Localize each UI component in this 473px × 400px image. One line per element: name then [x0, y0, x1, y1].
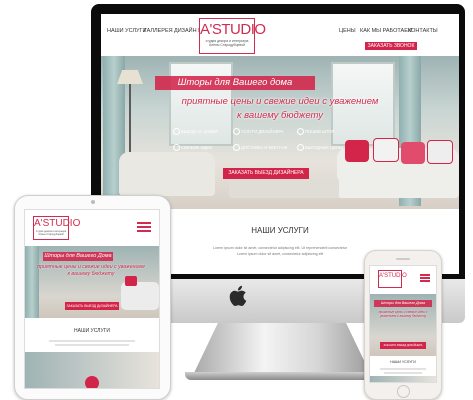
phone-cta-button[interactable]: ЗАКАЗАТЬ ВЫЕЗД ДИЗАЙНЕРА: [380, 342, 426, 349]
tablet-hero-title: Шторы для Вашего Дома: [43, 252, 113, 261]
call-button[interactable]: ЗАКАЗАТЬ ЗВОНОК: [365, 42, 417, 50]
tablet-logo[interactable]: A'STUDIO студия декора и интерьера Алёны…: [33, 216, 81, 240]
nav-how-we-work[interactable]: КАК МЫ РАБОТАЕМ: [360, 28, 412, 34]
tablet-curtain: [25, 246, 39, 318]
apple-icon: [229, 285, 247, 306]
armchair: [119, 152, 215, 196]
phone-services-title: НАШИ УСЛУГИ: [390, 360, 416, 364]
feature-check-icon: [297, 144, 304, 151]
tablet-scroll-button[interactable]: [85, 376, 99, 388]
phone-logo[interactable]: A'STUDIO: [378, 270, 407, 288]
pillow-pink: [401, 142, 425, 164]
phone-hero: Шторы для Вашего Дома приятные цены и св…: [370, 294, 436, 356]
hero-cta-button[interactable]: ЗАКАЗАТЬ ВЫЕЗД ДИЗАЙНЕРА: [223, 168, 309, 179]
nav-contacts[interactable]: КОНТАКТЫ: [408, 28, 438, 34]
phone-menu-icon[interactable]: [420, 274, 430, 282]
nav-services[interactable]: НАШИ УСЛУГИ: [107, 28, 146, 34]
feature-check-icon: [233, 144, 240, 151]
nav-gallery[interactable]: ГАЛЛЕРЕЯ: [144, 28, 173, 34]
pillow-pattern: [373, 138, 399, 162]
feature-check-icon: [233, 128, 240, 135]
coffee-table: [229, 178, 339, 198]
feature-item: УСЛУГИ ДИЗАЙНЕРА: [241, 129, 284, 134]
tablet-logo-subtitle: студия декора и интерьера Алёны Стародуб…: [35, 230, 67, 236]
imac-stand: [193, 323, 371, 375]
desktop-nav: НАШИ УСЛУГИ ГАЛЛЕРЕЯ ДИЗАЙН ИНТЕРЬЕРОВ Ц…: [101, 14, 459, 56]
hero-banner: Шторы для Вашего дома приятные цены и св…: [101, 56, 459, 209]
feature-check-icon: [173, 128, 180, 135]
pillow-geometric: [427, 140, 453, 164]
feature-check-icon: [297, 128, 304, 135]
tablet-sofa: [121, 282, 159, 310]
phone-hero-subtitle: приятные цены и свежие идеи с уважением …: [378, 310, 428, 319]
tablet-text-line: [55, 344, 129, 346]
phone-screen: A'STUDIO Шторы для Вашего Дома приятные …: [369, 265, 437, 383]
tablet-text-line: [49, 340, 135, 342]
feature-check-icon: [173, 144, 180, 151]
tablet-hero-subtitle-1: приятные цены и свежие идеи с уважением: [37, 264, 145, 270]
tablet-menu-icon[interactable]: [137, 222, 151, 232]
nav-prices[interactable]: ЦЕНЫ: [339, 28, 356, 34]
tablet-hero-subtitle-2: к вашему бюджету: [67, 271, 115, 277]
hero-subtitle-2: к вашему бюджету: [237, 110, 323, 121]
phone-text-line: [384, 372, 422, 374]
tablet-services-title: НАШИ УСЛУГИ: [74, 328, 110, 334]
feature-item: СВЕЖИЕ ИДЕИ: [181, 145, 213, 150]
phone-hero-title: Шторы для Вашего Дома: [374, 300, 432, 307]
feature-item: ВЫГОДНЫЕ ЦЕНЫ: [305, 145, 343, 150]
feature-item: ВЫЕЗД НА ЗАМЕР: [181, 129, 219, 134]
ipad-camera: [91, 200, 95, 204]
feature-item: ДОСТАВКА И МОНТАЖ: [241, 145, 288, 150]
iphone-home-button[interactable]: [397, 385, 410, 398]
tablet-logo-text: A'STUDIO: [34, 218, 81, 229]
hero-subtitle-1: приятные цены и свежие идеи с уважением: [181, 96, 379, 107]
imac-stand-base: [185, 372, 379, 380]
pillow-red: [345, 140, 369, 162]
feature-item: ПОШИВ ШТОР: [305, 129, 335, 134]
logo-text: A'STUDIO: [200, 21, 266, 38]
tablet-hero: Шторы для Вашего Дома приятные цены и св…: [25, 246, 159, 318]
tablet-cta-button[interactable]: ЗАКАЗАТЬ ВЫЕЗД ДИЗАЙНЕРА: [65, 302, 119, 310]
phone-text-line: [380, 368, 426, 370]
services-text-2: Lorem ipsum dolor sit amet, consectetur …: [236, 252, 324, 256]
iphone-speaker: [396, 258, 410, 260]
tablet-screen: A'STUDIO студия декора и интерьера Алёны…: [24, 209, 160, 389]
hero-title: Шторы для Вашего дома: [155, 76, 315, 90]
lamp-pole: [129, 84, 131, 154]
logo-subtitle: студия декора и интерьера Алёны Стародуб…: [205, 39, 249, 47]
phone-gallery-strip: [370, 376, 436, 382]
logo[interactable]: A'STUDIO студия декора и интерьера Алёны…: [199, 18, 266, 54]
services-text-1: Lorem ipsum dolor sit amet, consectetur …: [212, 246, 348, 250]
phone-logo-text: A'STUDIO: [379, 273, 407, 279]
